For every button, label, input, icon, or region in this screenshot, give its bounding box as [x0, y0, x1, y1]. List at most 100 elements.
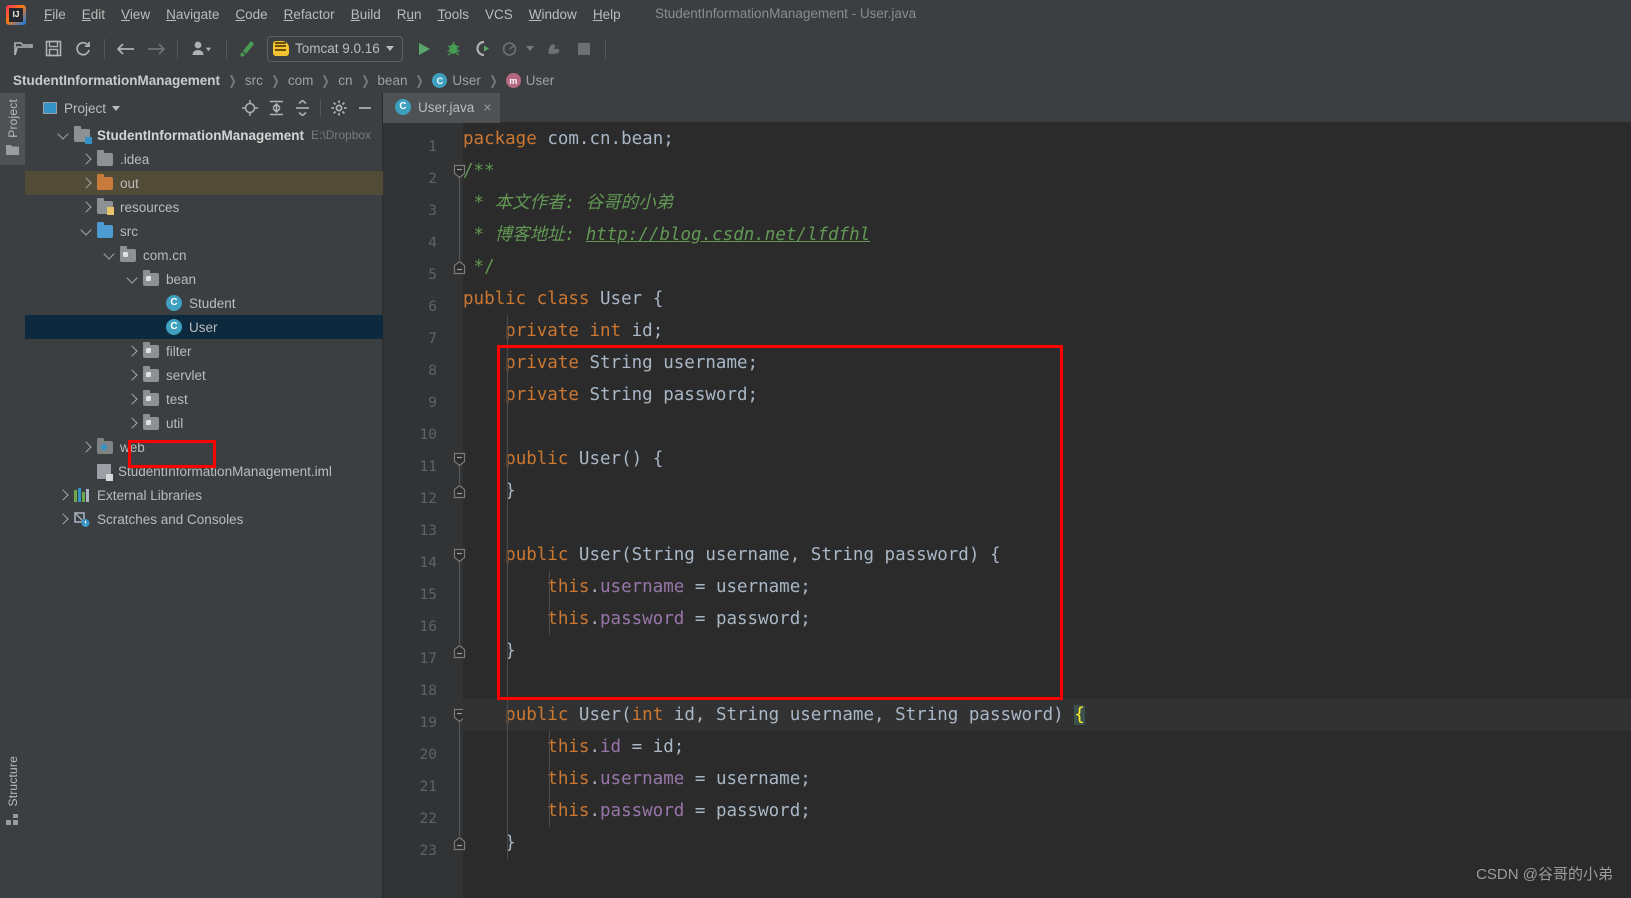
- expand-arrow-icon[interactable]: [126, 345, 138, 357]
- menu-help[interactable]: Help: [585, 4, 629, 25]
- editor-tab-user-java[interactable]: C User.java ×: [383, 93, 501, 123]
- run-with-coverage-button[interactable]: [469, 35, 499, 63]
- tree-node-resources[interactable]: resources: [25, 195, 383, 219]
- build-hammer-icon[interactable]: [233, 35, 263, 63]
- tree-node-src[interactable]: src: [25, 219, 383, 243]
- code-line[interactable]: * 本文作者: 谷哥的小弟: [463, 187, 674, 219]
- collapse-arrow-icon[interactable]: [103, 247, 115, 260]
- collapse-arrow-icon[interactable]: [57, 127, 69, 140]
- run-configuration-selector[interactable]: Tomcat 9.0.16: [267, 35, 403, 62]
- code-line[interactable]: public class User {: [463, 283, 663, 315]
- code-editor[interactable]: 1 2 3 4 5 6 7 8 9 10 11 12 13 14 15 16 17 18 19 20 21 22 23 pa…: [383, 123, 1631, 898]
- code-line[interactable]: package com.cn.bean;: [463, 123, 674, 155]
- code-line[interactable]: this.password = password;: [463, 795, 810, 827]
- chevron-down-icon[interactable]: [112, 105, 121, 111]
- menu-vcs[interactable]: VCS: [477, 4, 521, 25]
- breadcrumb-item-src[interactable]: src: [245, 73, 263, 88]
- tree-node-idea[interactable]: .idea: [25, 147, 383, 171]
- breadcrumb-item-cn[interactable]: cn: [338, 73, 352, 88]
- menu-tools[interactable]: Tools: [430, 4, 478, 25]
- code-line[interactable]: private int id;: [463, 315, 663, 347]
- breadcrumb-item-method-user[interactable]: User: [526, 73, 555, 88]
- tree-node-bean[interactable]: bean: [25, 267, 383, 291]
- tree-node-util[interactable]: util: [25, 411, 383, 435]
- expand-arrow-icon[interactable]: [126, 393, 138, 405]
- breadcrumb-item-bean[interactable]: bean: [377, 73, 407, 88]
- expand-arrow-icon[interactable]: [80, 441, 92, 453]
- collapse-arrow-icon[interactable]: [80, 223, 92, 236]
- expand-all-icon[interactable]: [263, 96, 289, 120]
- expand-arrow-icon[interactable]: [126, 417, 138, 429]
- code-line[interactable]: this.password = password;: [463, 603, 810, 635]
- profile-dropdown-icon[interactable]: [521, 35, 539, 63]
- breadcrumb-item-project[interactable]: StudentInformationManagement: [13, 73, 220, 88]
- open-folder-icon[interactable]: [8, 35, 38, 63]
- expand-arrow-icon[interactable]: [126, 369, 138, 381]
- expand-arrow-icon[interactable]: [80, 177, 92, 189]
- code-line[interactable]: public User(int id, String username, Str…: [463, 699, 1085, 731]
- breadcrumb-item-com[interactable]: com: [288, 73, 314, 88]
- menu-code[interactable]: Code: [227, 4, 275, 25]
- rail-tab-structure[interactable]: Structure: [0, 750, 25, 845]
- menu-build[interactable]: Build: [343, 4, 389, 25]
- run-button[interactable]: [409, 35, 439, 63]
- tree-node-label: resources: [120, 199, 180, 215]
- navigate-back-icon[interactable]: [111, 35, 141, 63]
- menu-edit[interactable]: Edit: [74, 4, 113, 25]
- code-line[interactable]: * 博客地址: http://blog.csdn.net/lfdfhl: [463, 219, 871, 251]
- tree-node-student[interactable]: C Student: [25, 291, 383, 315]
- settings-gear-icon[interactable]: [326, 96, 352, 120]
- navigate-forward-icon[interactable]: [141, 35, 171, 63]
- line-number: 19: [419, 715, 437, 731]
- code-line[interactable]: public User(String username, String pass…: [463, 539, 1000, 571]
- expand-arrow-icon[interactable]: [80, 153, 92, 165]
- code-line[interactable]: */: [463, 251, 495, 283]
- tree-node-out[interactable]: out: [25, 171, 383, 195]
- source-code[interactable]: package com.cn.bean;/** * 本文作者: 谷哥的小弟 * …: [463, 123, 1631, 898]
- tree-node-com-cn[interactable]: com.cn: [25, 243, 383, 267]
- menu-navigate[interactable]: Navigate: [158, 4, 227, 25]
- menu-refactor[interactable]: Refactor: [276, 4, 343, 25]
- code-line[interactable]: public User() {: [463, 443, 663, 475]
- hide-minimize-icon[interactable]: [352, 96, 378, 120]
- tree-node-web[interactable]: web: [25, 435, 383, 459]
- tree-node-scratches-and-consoles[interactable]: Scratches and Consoles: [25, 507, 383, 531]
- menu-file[interactable]: File: [36, 4, 74, 25]
- expand-arrow-icon[interactable]: [57, 489, 69, 501]
- expand-arrow-icon[interactable]: [80, 201, 92, 213]
- tree-node-filter[interactable]: filter: [25, 339, 383, 363]
- tree-node-label: servlet: [166, 367, 206, 383]
- code-line[interactable]: this.username = username;: [463, 571, 810, 603]
- code-line[interactable]: /**: [463, 155, 495, 187]
- line-number: 12: [419, 491, 437, 507]
- sync-refresh-icon[interactable]: [68, 35, 98, 63]
- close-icon[interactable]: ×: [483, 99, 491, 115]
- tree-node-user[interactable]: C User: [25, 315, 383, 339]
- expand-arrow-icon[interactable]: [57, 513, 69, 525]
- tree-node-servlet[interactable]: servlet: [25, 363, 383, 387]
- save-all-icon[interactable]: [38, 35, 68, 63]
- breadcrumb-item-class-user[interactable]: User: [452, 73, 481, 88]
- user-profile-icon[interactable]: [184, 35, 220, 63]
- menu-run[interactable]: Run: [389, 4, 430, 25]
- run-configuration-label: Tomcat 9.0.16: [295, 41, 380, 56]
- tree-node-label: .idea: [120, 151, 150, 167]
- tree-node-external-libraries[interactable]: External Libraries: [25, 483, 383, 507]
- collapse-all-icon[interactable]: [289, 96, 315, 120]
- collapse-arrow-icon[interactable]: [126, 271, 138, 284]
- debug-button[interactable]: [439, 35, 469, 63]
- tree-node-label: com.cn: [143, 247, 187, 263]
- line-number: 8: [428, 363, 437, 379]
- tree-node-test[interactable]: test: [25, 387, 383, 411]
- line-number-gutter[interactable]: 1 2 3 4 5 6 7 8 9 10 11 12 13 14 15 16 17 18 19 20 21 22 23: [383, 123, 466, 898]
- menu-view[interactable]: View: [113, 4, 158, 25]
- rail-tab-project[interactable]: Project: [0, 93, 25, 165]
- code-line[interactable]: this.id = id;: [463, 731, 684, 763]
- locate-target-icon[interactable]: [237, 96, 263, 120]
- code-line[interactable]: this.username = username;: [463, 763, 810, 795]
- tree-node-studentinformationmanagement[interactable]: StudentInformationManagement E:\Dropbox: [25, 123, 383, 147]
- external-libraries-icon: [74, 488, 90, 502]
- profile-button[interactable]: [499, 35, 521, 63]
- menu-window[interactable]: Window: [521, 4, 585, 25]
- tree-node-studentinformationmanagement-iml[interactable]: StudentInformationManagement.iml: [25, 459, 383, 483]
